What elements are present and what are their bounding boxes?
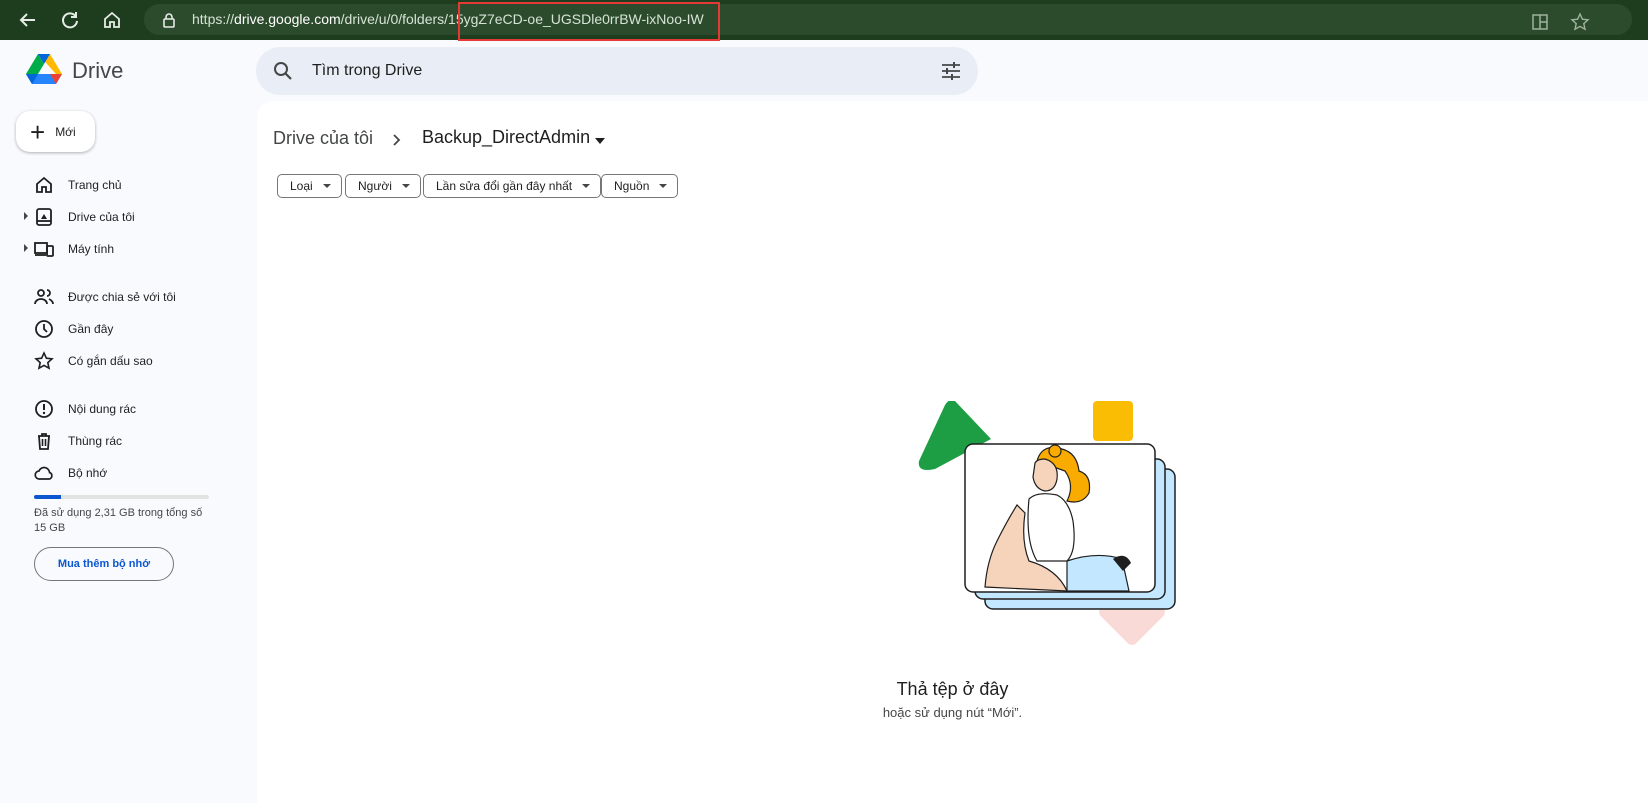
clock-icon [35, 320, 53, 338]
storage-usage-text: Đã sử dụng 2,31 GB trong tổng số 15 GB [34, 507, 203, 534]
spam-icon [35, 400, 53, 418]
filter-label: Người [358, 179, 392, 193]
chevron-down-icon [322, 184, 331, 188]
sidebar-item-storage[interactable]: Bộ nhớ [24, 460, 254, 486]
reload-button[interactable] [58, 8, 82, 32]
sidebar-item-starred[interactable]: Có gắn dấu sao [24, 348, 254, 374]
new-button[interactable]: + Mới [16, 111, 95, 152]
search-icon[interactable] [272, 60, 294, 82]
trash-icon [38, 433, 50, 450]
my-drive-icon [36, 208, 52, 226]
sidebar-item-label: Có gắn dấu sao [68, 354, 153, 368]
breadcrumb-current-folder[interactable]: Backup_DirectAdmin [422, 127, 590, 148]
plus-icon: + [30, 116, 46, 147]
address-bar[interactable]: https://drive.google.com/drive/u/0/folde… [144, 4, 1632, 35]
buy-storage-button[interactable]: Mua thêm bộ nhớ [34, 547, 174, 581]
url-folder-id-highlight [458, 2, 720, 41]
chevron-right-icon [393, 134, 401, 146]
storage-progress-fill [34, 495, 61, 499]
sidebar-item-label: Máy tính [68, 242, 115, 256]
filter-modified-chip[interactable]: Lần sửa đổi gần đây nhất [423, 174, 602, 198]
back-arrow-icon [19, 13, 35, 27]
sidebar-item-label: Gần đây [68, 322, 114, 336]
expand-arrow-icon[interactable] [24, 244, 28, 252]
filter-people-chip[interactable]: Người [345, 174, 421, 198]
home-icon [36, 176, 52, 193]
back-button[interactable] [16, 8, 40, 32]
sidebar-item-shared[interactable]: Được chia sẻ với tôi [24, 284, 254, 310]
expand-arrow-icon[interactable] [24, 212, 28, 220]
computers-icon [34, 242, 54, 257]
sidebar-item-spam[interactable]: Nội dung rác [24, 396, 254, 422]
browser-home-icon [104, 11, 120, 28]
sidebar-item-label: Drive của tôi [68, 210, 135, 224]
url-scheme: https:// [192, 11, 235, 27]
filter-source-chip[interactable]: Nguồn [601, 174, 679, 198]
filter-label: Loại [290, 179, 313, 193]
filter-label: Lần sửa đổi gần đây nhất [436, 179, 573, 193]
empty-folder-illustration [918, 401, 1176, 645]
search-bar[interactable]: Tìm trong Drive [256, 47, 978, 95]
sidebar-item-label: Trang chủ [68, 178, 122, 192]
filter-type-chip[interactable]: Loại [277, 174, 342, 198]
chevron-down-icon [401, 184, 410, 188]
empty-state-subtitle: hoặc sử dụng nút “Mới”. [882, 705, 1023, 720]
chevron-down-icon [582, 184, 591, 188]
breadcrumb-root[interactable]: Drive của tôi [273, 128, 373, 149]
sidebar-item-trash[interactable]: Thùng rác [24, 428, 254, 454]
split-screen-icon[interactable] [1530, 12, 1550, 32]
sidebar-item-label: Nội dung rác [68, 402, 137, 416]
sidebar-item-home[interactable]: Trang chủ [24, 172, 254, 198]
search-input[interactable]: Tìm trong Drive [312, 62, 422, 80]
cloud-icon [34, 466, 53, 480]
url-host: drive.google.com [234, 11, 341, 27]
reload-icon [62, 12, 78, 29]
sidebar-item-my-drive[interactable]: Drive của tôi [24, 204, 254, 230]
lock-icon [163, 13, 175, 28]
storage-progress-bar [34, 495, 209, 499]
folder-menu-caret-icon[interactable] [595, 138, 605, 144]
new-button-label: Mới [55, 124, 76, 139]
search-options-icon[interactable] [940, 60, 962, 82]
browser-toolbar: https://drive.google.com/drive/u/0/folde… [0, 0, 1648, 41]
home-button[interactable] [100, 8, 124, 32]
app-title: Drive [72, 58, 124, 83]
filter-label: Nguồn [614, 179, 650, 193]
sidebar-item-recent[interactable]: Gần đây [24, 316, 254, 342]
sidebar-item-label: Được chia sẻ với tôi [68, 290, 176, 304]
favorite-star-icon[interactable] [1570, 12, 1590, 32]
star-icon [34, 351, 54, 370]
sidebar-item-label: Thùng rác [68, 434, 123, 448]
chevron-down-icon [659, 184, 668, 188]
sidebar-item-computers[interactable]: Máy tính [24, 236, 254, 262]
empty-state-title: Thả tệp ở đây [896, 679, 1009, 699]
main-content: Drive của tôi Backup_DirectAdmin Loại Ng… [257, 101, 1648, 803]
drive-logo-icon [26, 54, 62, 84]
shared-icon [34, 289, 54, 305]
sidebar-item-label: Bộ nhớ [68, 466, 108, 480]
